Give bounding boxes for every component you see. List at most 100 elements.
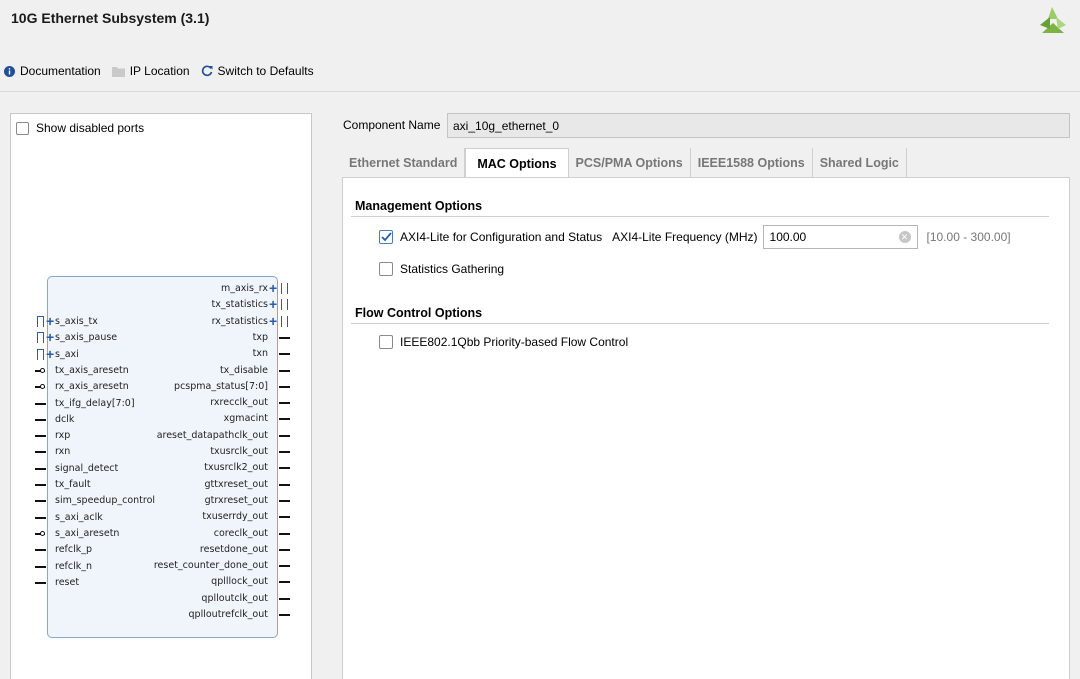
- toolbar: Documentation IP Location Switch to Defa…: [4, 64, 325, 78]
- port-wire: [279, 565, 290, 568]
- port-wire: [35, 451, 46, 454]
- axi-lite-frequency-label: AXI4-Lite Frequency (MHz): [612, 230, 758, 244]
- port-wire: [35, 418, 46, 421]
- right-port-label: txusrclk2_out: [204, 462, 268, 474]
- port-wire: [35, 581, 46, 584]
- left-port-label: refclk_p: [55, 544, 93, 556]
- tab-mac-options[interactable]: MAC Options: [465, 148, 569, 178]
- active-low-marker: [40, 530, 45, 536]
- mac-options-panel: Management Options AXI4-Lite for Configu…: [342, 177, 1070, 679]
- port-wire: [279, 532, 290, 535]
- bus-interface-icon: [281, 283, 288, 294]
- check-icon: [380, 232, 392, 242]
- port-wire: [35, 516, 46, 519]
- checkbox-box[interactable]: [16, 121, 29, 135]
- pfc-label: IEEE802.1Qbb Priority-based Flow Control: [400, 335, 629, 349]
- toolbar-divider: [0, 91, 1080, 92]
- port-wire: [279, 581, 290, 584]
- axi-lite-frequency-value: 100.00: [769, 230, 807, 244]
- pfc-checkbox[interactable]: [379, 335, 393, 349]
- right-port-label: reset_counter_done_out: [153, 560, 268, 572]
- port-wire: [279, 451, 290, 453]
- left-port-label: s_axi_aresetn: [55, 527, 120, 539]
- documentation-button[interactable]: Documentation: [4, 64, 101, 78]
- tab-shared-logic[interactable]: Shared Logic: [812, 148, 907, 178]
- tab-ethernet-standard[interactable]: Ethernet Standard: [342, 148, 466, 178]
- right-port-label: gttxreset_out: [204, 478, 268, 490]
- bus-interface-icon: [281, 299, 288, 311]
- left-port-label: signal_detect: [55, 462, 119, 474]
- port-wire: [279, 369, 290, 372]
- clear-icon[interactable]: ✕: [898, 231, 911, 243]
- ip-location-button[interactable]: IP Location: [111, 64, 190, 78]
- statistics-gathering-label: Statistics Gathering: [400, 262, 505, 276]
- left-port-label: s_axis_tx: [55, 316, 98, 327]
- active-low-marker: [40, 384, 45, 390]
- port-wire: [35, 549, 46, 552]
- statistics-gathering-row: Statistics Gathering: [379, 262, 504, 276]
- expand-icon: +: [269, 296, 278, 313]
- documentation-label: Documentation: [20, 64, 101, 78]
- tab-ieee1588-options[interactable]: IEEE1588 Options: [690, 148, 813, 178]
- left-port-label: tx_ifg_delay[7:0]: [55, 397, 135, 409]
- port-wire: [279, 418, 290, 421]
- axi-lite-row: AXI4-Lite for Configuration and Status A…: [379, 225, 1011, 249]
- left-port-label: s_axi_aclk: [55, 511, 103, 523]
- ip-location-label: IP Location: [129, 64, 190, 78]
- component-name-label: Component Name: [343, 118, 441, 132]
- component-name-field: axi_10g_ethernet_0: [447, 113, 1070, 138]
- port-wire: [279, 353, 290, 356]
- right-port-label: txusrclk_out: [210, 446, 268, 457]
- right-port-label: txuserrdy_out: [202, 511, 268, 523]
- statistics-gathering-checkbox[interactable]: [379, 262, 393, 276]
- left-port-label: rxp: [55, 430, 71, 442]
- port-wire: [279, 402, 290, 405]
- port-wire: [279, 597, 290, 600]
- bus-interface-icon: [37, 316, 44, 327]
- left-port-label: s_axis_pause: [55, 332, 118, 344]
- axi-lite-checkbox[interactable]: [379, 230, 393, 244]
- right-port-label: txn: [252, 348, 268, 360]
- port-wire: [35, 435, 46, 438]
- left-port-label: sim_speedup_control: [55, 495, 156, 507]
- flow-control-options-title: Flow Control Options: [355, 306, 483, 320]
- port-wire: [35, 402, 46, 405]
- switch-defaults-label: Switch to Defaults: [217, 64, 314, 78]
- port-wire: [35, 467, 46, 470]
- section-divider: [351, 216, 1049, 217]
- right-port-label: tx_statistics: [211, 299, 268, 311]
- left-port-label: s_axi: [55, 348, 79, 360]
- right-port-label: xgmacint: [223, 413, 268, 425]
- bus-interface-icon: [281, 315, 288, 327]
- right-port-label: txp: [252, 331, 268, 343]
- port-wire: [279, 483, 290, 486]
- section-divider: [351, 323, 1049, 324]
- folder-icon: [111, 66, 125, 77]
- window-title: 10G Ethernet Subsystem (3.1): [11, 10, 210, 26]
- expand-icon: +: [46, 345, 55, 362]
- axi-lite-frequency-input[interactable]: 100.00 ✕: [762, 225, 918, 249]
- management-options-title: Management Options: [355, 199, 483, 213]
- left-port-label: tx_fault: [55, 479, 91, 490]
- frequency-range-hint: [10.00 - 300.00]: [926, 230, 1011, 244]
- left-port-label: reset: [55, 576, 80, 588]
- show-disabled-ports-checkbox[interactable]: Show disabled ports: [16, 121, 144, 135]
- bus-interface-icon: [37, 348, 44, 360]
- info-icon: [4, 65, 15, 77]
- bus-interface-icon: [37, 332, 44, 344]
- show-disabled-ports-label: Show disabled ports: [36, 121, 145, 135]
- right-port-label: pcspma_status[7:0]: [174, 380, 268, 392]
- expand-icon: +: [46, 329, 55, 346]
- right-port-label: m_axis_rx: [220, 283, 268, 294]
- port-wire: [35, 484, 46, 486]
- right-port-label: rxrecclk_out: [210, 397, 268, 409]
- expand-icon: +: [269, 312, 278, 329]
- right-port-label: gtrxreset_out: [204, 494, 268, 506]
- options-tabs: Ethernet Standard MAC Options PCS/PMA Op…: [342, 148, 907, 178]
- port-wire: [279, 434, 290, 437]
- switch-defaults-button[interactable]: Switch to Defaults: [201, 64, 314, 78]
- active-low-marker: [40, 367, 45, 373]
- right-port-label: qplloutrefclk_out: [188, 609, 268, 620]
- right-port-label: resetdone_out: [199, 543, 268, 555]
- tab-pcs-pma-options[interactable]: PCS/PMA Options: [568, 148, 691, 178]
